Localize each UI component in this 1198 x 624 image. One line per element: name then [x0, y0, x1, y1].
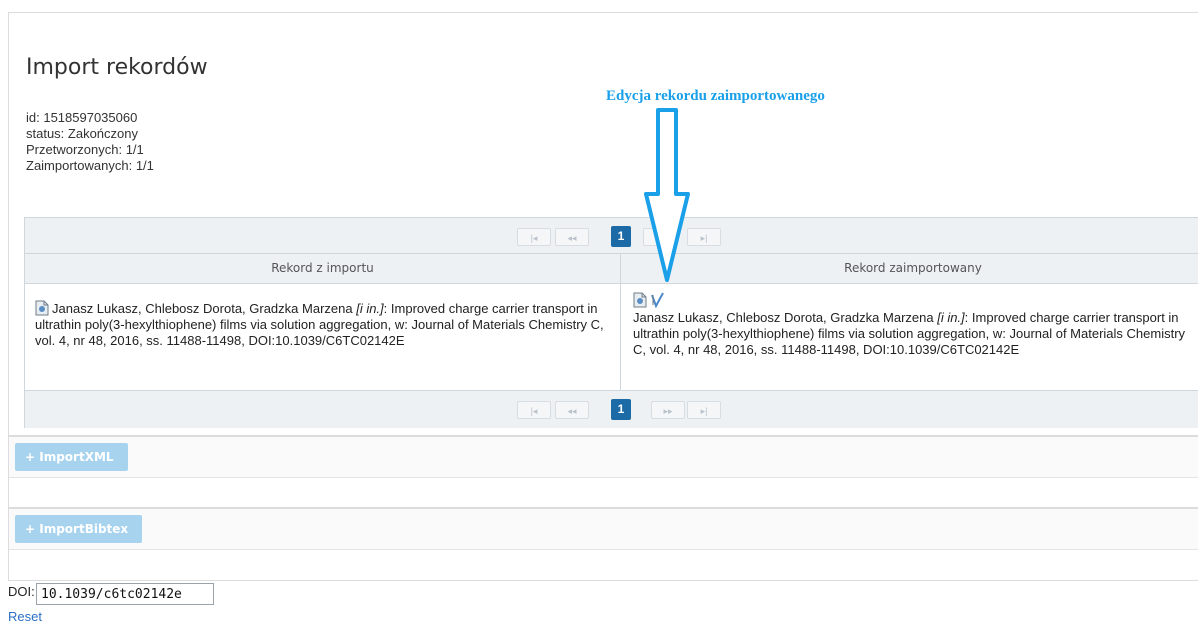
import-xml-label: ImportXML — [39, 450, 114, 464]
import-record-authors: Janasz Lukasz, Chlebosz Dorota, Gradzka … — [52, 301, 357, 316]
import-xml-toolbar: + ImportXML — [9, 437, 1198, 478]
pager-last-button[interactable]: ▸| — [687, 228, 721, 246]
import-status: status: Zakończony — [26, 126, 138, 141]
edit-icon[interactable] — [650, 292, 664, 309]
doi-label: DOI: — [8, 584, 35, 599]
document-icon[interactable] — [35, 300, 49, 316]
import-bibtex-toolbar: + ImportBibtex — [9, 509, 1198, 550]
document-icon[interactable] — [633, 292, 647, 308]
imported-record-authors: Janasz Lukasz, Chlebosz Dorota, Gradzka … — [633, 310, 938, 325]
column-divider — [620, 254, 621, 390]
plus-icon: + — [25, 450, 36, 464]
import-id: id: 1518597035060 — [26, 110, 138, 125]
pager-first-button[interactable]: |◂ — [517, 401, 551, 419]
plus-icon: + — [25, 522, 36, 536]
arrow-down-icon — [644, 108, 690, 282]
processed-count: Przetworzonych: 1/1 — [26, 142, 144, 157]
import-bibtex-label: ImportBibtex — [39, 522, 129, 536]
pager-bottom: |◂ ◂◂ 1 ▸▸ ▸| — [25, 390, 1198, 428]
pager-page-1[interactable]: 1 — [611, 399, 631, 420]
annotation-label: Edycja rekordu zaimportowanego — [606, 88, 825, 104]
imported-record-et-al: [i in.] — [937, 310, 965, 325]
reset-link[interactable]: Reset — [8, 609, 42, 624]
import-record-et-al: [i in.] — [356, 301, 384, 316]
pager-top: |◂ ◂◂ 1 ▸▸ ▸| — [25, 218, 1198, 254]
records-table: |◂ ◂◂ 1 ▸▸ ▸| Rekord z importu Rekord za… — [24, 217, 1198, 428]
doi-input[interactable] — [36, 583, 214, 605]
pager-first-button[interactable]: |◂ — [517, 228, 551, 246]
import-info: id: 1518597035060 status: Zakończony Prz… — [26, 110, 154, 174]
import-xml-button[interactable]: + ImportXML — [15, 443, 128, 471]
column-header-import: Rekord z importu — [25, 254, 620, 284]
pager-next-button[interactable]: ▸▸ — [651, 401, 685, 419]
import-record-cell: Janasz Lukasz, Chlebosz Dorota, Gradzka … — [35, 300, 610, 349]
import-bibtex-section: + ImportBibtex — [8, 508, 1198, 581]
pager-last-button[interactable]: ▸| — [687, 401, 721, 419]
import-xml-section: + ImportXML — [8, 436, 1198, 508]
imported-record-cell: Janasz Lukasz, Chlebosz Dorota, Gradzka … — [633, 292, 1198, 358]
column-header-imported: Rekord zaimportowany — [621, 254, 1198, 284]
imported-count: Zaimportowanych: 1/1 — [26, 158, 154, 173]
import-bibtex-button[interactable]: + ImportBibtex — [15, 515, 143, 543]
pager-prev-button[interactable]: ◂◂ — [555, 401, 589, 419]
pager-prev-button[interactable]: ◂◂ — [555, 228, 589, 246]
pager-page-1[interactable]: 1 — [611, 226, 631, 247]
page-title: Import rekordów — [26, 55, 208, 80]
